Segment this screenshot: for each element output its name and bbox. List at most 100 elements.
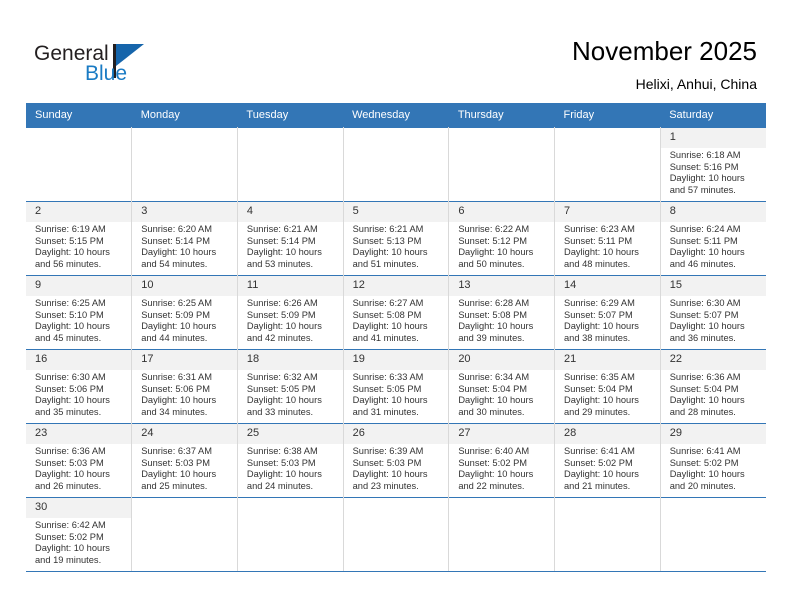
calendar-day-cell[interactable]: 26 Sunrise: 6:39 AM Sunset: 5:03 PM Dayligh… [343, 423, 450, 498]
calendar-day-cell[interactable]: 3 Sunrise: 6:20 AM Sunset: 5:14 PM Daylight… [131, 201, 238, 276]
calendar-week-row: 9 Sunrise: 6:25 AM Sunset: 5:10 PM Daylight… [26, 275, 766, 350]
calendar-day-cell[interactable]: 16 Sunrise: 6:30 AM Sunset: 5:06 PM Dayligh… [26, 349, 133, 424]
day-number: 27 [449, 424, 555, 444]
calendar-day-cell-empty [343, 497, 450, 572]
sunset-text: Sunset: 5:14 PM [246, 235, 316, 246]
calendar-day-cell[interactable]: 1 Sunrise: 6:18 AM Sunset: 5:16 PM Daylight… [660, 127, 766, 202]
sunset-text: Sunset: 5:09 PM [246, 309, 316, 320]
day-number: 13 [449, 276, 555, 296]
calendar-day-cell[interactable]: 7 Sunrise: 6:23 AM Sunset: 5:11 PM Daylight… [554, 201, 661, 276]
daylight-text-line2: and 41 minutes. [352, 332, 419, 343]
sunrise-text: Sunrise: 6:25 AM [35, 298, 106, 308]
calendar-day-cell[interactable]: 15 Sunrise: 6:30 AM Sunset: 5:07 PM Dayligh… [660, 275, 766, 350]
calendar-day-cell[interactable]: 19 Sunrise: 6:33 AM Sunset: 5:05 PM Dayligh… [343, 349, 450, 424]
empty-cell-spacer [238, 128, 343, 183]
daylight-text-line2: and 57 minutes. [669, 184, 736, 195]
calendar-day-cell[interactable]: 10 Sunrise: 6:25 AM Sunset: 5:09 PM Dayligh… [131, 275, 238, 350]
day-number: 17 [132, 350, 237, 370]
calendar-day-cell-empty [554, 497, 661, 572]
daylight-text-line2: and 25 minutes. [141, 480, 208, 491]
day-details: Sunrise: 6:36 AM Sunset: 5:03 PM Daylight:… [26, 444, 131, 492]
calendar-day-cell[interactable]: 23 Sunrise: 6:36 AM Sunset: 5:03 PM Dayligh… [26, 423, 133, 498]
calendar-day-cell[interactable]: 9 Sunrise: 6:25 AM Sunset: 5:10 PM Daylight… [26, 275, 133, 350]
sunrise-text: Sunrise: 6:25 AM [141, 298, 213, 308]
daylight-text-line1: Daylight: 10 hours [564, 395, 639, 406]
calendar-day-cell[interactable]: 22 Sunrise: 6:36 AM Sunset: 5:04 PM Dayligh… [660, 349, 766, 424]
calendar-day-cell-empty [343, 127, 450, 202]
sunrise-text: Sunrise: 6:18 AM [669, 150, 741, 160]
calendar-day-cell[interactable]: 5 Sunrise: 6:21 AM Sunset: 5:13 PM Daylight… [343, 201, 450, 276]
calendar-day-cell[interactable]: 12 Sunrise: 6:27 AM Sunset: 5:08 PM Dayligh… [343, 275, 450, 350]
page-header: General Blue November 2025 Helixi, Anhui… [0, 0, 792, 103]
daylight-text-line2: and 50 minutes. [458, 258, 525, 269]
calendar-day-cell[interactable]: 17 Sunrise: 6:31 AM Sunset: 5:06 PM Dayligh… [131, 349, 238, 424]
calendar-day-cell[interactable]: 25 Sunrise: 6:38 AM Sunset: 5:03 PM Dayligh… [237, 423, 344, 498]
calendar-day-cell[interactable]: 21 Sunrise: 6:35 AM Sunset: 5:04 PM Dayligh… [554, 349, 661, 424]
sunset-text: Sunset: 5:03 PM [35, 457, 104, 468]
calendar-day-cell-empty [660, 497, 766, 572]
daylight-text-line1: Daylight: 10 hours [564, 469, 639, 480]
weekday-header-wednesday: Wednesday [343, 103, 449, 128]
calendar-day-cell[interactable]: 18 Sunrise: 6:32 AM Sunset: 5:05 PM Dayligh… [237, 349, 344, 424]
sunrise-text: Sunrise: 6:21 AM [352, 224, 424, 234]
sunrise-text: Sunrise: 6:32 AM [246, 372, 318, 382]
sunset-text: Sunset: 5:02 PM [564, 457, 633, 468]
sunset-text: Sunset: 5:02 PM [458, 457, 528, 468]
daylight-text-line2: and 21 minutes. [564, 480, 631, 491]
sunrise-text: Sunrise: 6:40 AM [458, 446, 530, 456]
calendar-day-cell[interactable]: 2 Sunrise: 6:19 AM Sunset: 5:15 PM Daylight… [26, 201, 133, 276]
calendar-day-cell-empty [237, 497, 344, 572]
daylight-text-line2: and 42 minutes. [246, 332, 314, 343]
daylight-text-line1: Daylight: 10 hours [352, 247, 428, 258]
calendar-day-cell[interactable]: 6 Sunrise: 6:22 AM Sunset: 5:12 PM Daylight… [448, 201, 556, 276]
calendar-day-cell-empty [237, 127, 344, 202]
general-blue-logo[interactable]: General Blue [34, 42, 174, 90]
calendar-day-cell[interactable]: 4 Sunrise: 6:21 AM Sunset: 5:14 PM Daylight… [237, 201, 344, 276]
day-number: 7 [555, 202, 660, 222]
sunset-text: Sunset: 5:16 PM [669, 161, 739, 172]
daylight-text-line1: Daylight: 10 hours [352, 395, 428, 406]
calendar-day-cell[interactable]: 29 Sunrise: 6:41 AM Sunset: 5:02 PM Dayligh… [660, 423, 766, 498]
calendar-day-cell[interactable]: 24 Sunrise: 6:37 AM Sunset: 5:03 PM Dayligh… [131, 423, 238, 498]
calendar-week-row: 30 Sunrise: 6:42 AM Sunset: 5:02 PM Dayligh… [26, 497, 766, 572]
sunset-text: Sunset: 5:08 PM [352, 309, 422, 320]
sunset-text: Sunset: 5:07 PM [669, 309, 739, 320]
day-number: 9 [26, 276, 132, 296]
sunrise-text: Sunrise: 6:36 AM [669, 372, 741, 382]
calendar-day-cell[interactable]: 13 Sunrise: 6:28 AM Sunset: 5:08 PM Dayligh… [448, 275, 556, 350]
sunrise-text: Sunrise: 6:42 AM [35, 520, 106, 530]
daylight-text-line2: and 46 minutes. [669, 258, 736, 269]
calendar-day-cell[interactable]: 11 Sunrise: 6:26 AM Sunset: 5:09 PM Dayligh… [237, 275, 344, 350]
empty-cell-spacer [449, 128, 554, 183]
day-details: Sunrise: 6:21 AM Sunset: 5:14 PM Daylight:… [238, 222, 343, 270]
day-details: Sunrise: 6:39 AM Sunset: 5:03 PM Daylight:… [344, 444, 449, 492]
daylight-text-line1: Daylight: 10 hours [246, 395, 322, 406]
day-number: 20 [449, 350, 555, 370]
daylight-text-line1: Daylight: 10 hours [564, 321, 639, 332]
day-details: Sunrise: 6:26 AM Sunset: 5:09 PM Daylight:… [238, 296, 343, 344]
calendar-day-cell[interactable]: 28 Sunrise: 6:41 AM Sunset: 5:02 PM Dayligh… [554, 423, 661, 498]
calendar-day-cell-empty [131, 497, 238, 572]
day-details: Sunrise: 6:41 AM Sunset: 5:02 PM Daylight:… [661, 444, 766, 492]
calendar-day-cell[interactable]: 27 Sunrise: 6:40 AM Sunset: 5:02 PM Dayligh… [448, 423, 556, 498]
page-title: November 2025 [572, 36, 757, 66]
page-subtitle: Helixi, Anhui, China [635, 76, 757, 92]
daylight-text-line2: and 19 minutes. [35, 554, 102, 565]
day-number: 28 [555, 424, 660, 444]
daylight-text-line2: and 23 minutes. [352, 480, 419, 491]
daylight-text-line1: Daylight: 10 hours [246, 469, 322, 480]
daylight-text-line2: and 20 minutes. [669, 480, 736, 491]
sunrise-text: Sunrise: 6:33 AM [352, 372, 424, 382]
day-details: Sunrise: 6:38 AM Sunset: 5:03 PM Daylight:… [238, 444, 343, 492]
sunrise-text: Sunrise: 6:26 AM [246, 298, 318, 308]
day-details: Sunrise: 6:42 AM Sunset: 5:02 PM Daylight:… [26, 518, 131, 566]
calendar-day-cell[interactable]: 8 Sunrise: 6:24 AM Sunset: 5:11 PM Daylight… [660, 201, 766, 276]
calendar-grid-wrapper: Sunday Monday Tuesday Wednesday Thursday… [26, 103, 766, 572]
empty-cell-spacer [344, 128, 449, 183]
calendar-day-cell[interactable]: 30 Sunrise: 6:42 AM Sunset: 5:02 PM Dayligh… [26, 497, 133, 572]
daylight-text-line2: and 54 minutes. [141, 258, 208, 269]
calendar-day-cell[interactable]: 14 Sunrise: 6:29 AM Sunset: 5:07 PM Dayligh… [554, 275, 661, 350]
sunset-text: Sunset: 5:03 PM [246, 457, 316, 468]
calendar-day-cell[interactable]: 20 Sunrise: 6:34 AM Sunset: 5:04 PM Dayligh… [448, 349, 556, 424]
sunrise-text: Sunrise: 6:29 AM [564, 298, 635, 308]
